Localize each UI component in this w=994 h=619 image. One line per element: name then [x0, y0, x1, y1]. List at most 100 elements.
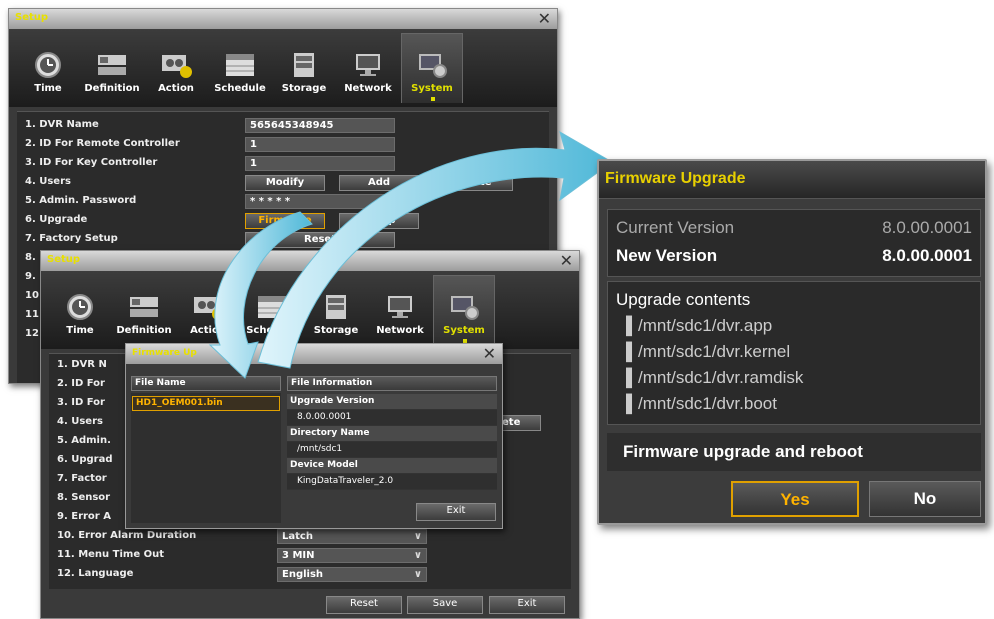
chevron-down-icon: ∨	[413, 569, 422, 580]
info-label: Directory Name	[287, 426, 497, 442]
contents-section: Upgrade contents ▌/mnt/sdc1/dvr.app ▌/mn…	[607, 281, 981, 425]
delete-button[interactable]: ete	[497, 415, 541, 431]
key-id-field[interactable]: 1	[245, 156, 395, 171]
admin-password-field[interactable]: * * * * *	[245, 194, 395, 209]
save-button[interactable]: Save	[407, 596, 483, 614]
file-list-item[interactable]: HD1_OEM001.bin	[132, 396, 280, 411]
dialog-titlebar: Firmware Up ✕	[126, 344, 502, 364]
file-info-header: File Information	[287, 376, 497, 391]
tab-label: System	[411, 83, 453, 94]
current-version-value: 8.0.00.0001	[882, 218, 972, 237]
tab-storage[interactable]: Storage	[273, 33, 335, 103]
window-title: Setup	[47, 254, 81, 265]
setup-titlebar: Setup ✕	[9, 9, 557, 29]
tab-definition[interactable]: Definition	[113, 275, 175, 345]
factory-reset-button[interactable]: Reset	[245, 232, 395, 248]
chevron-down-icon: ∨	[413, 550, 422, 561]
tab-action[interactable]: Action	[145, 33, 207, 103]
setting-row: 2. ID For Remote Controller 1	[17, 135, 549, 154]
new-version-value: 8.0.00.0001	[882, 246, 972, 265]
system-gear-icon	[416, 51, 448, 79]
tab-storage[interactable]: Storage	[305, 275, 367, 345]
calendar-icon	[224, 51, 256, 79]
dialog-title: Firmware Upgrade	[599, 161, 985, 199]
current-version-label: Current Version	[616, 218, 735, 237]
tab-label: Definition	[84, 83, 140, 94]
setting-row: 3. ID For Key Controller 1	[17, 154, 549, 173]
tab-label: Storage	[313, 325, 359, 336]
setting-row: 6. Upgrade Firmware Setup	[17, 211, 549, 230]
language-select[interactable]: English ∨	[277, 567, 427, 582]
setting-row: 4. Users Modify Add Delete	[17, 173, 549, 192]
firmware-file-dialog: Firmware Up ✕ File Name File Information…	[125, 343, 503, 529]
file-name-header: File Name	[131, 376, 281, 391]
tab-time[interactable]: Time	[17, 33, 79, 103]
delete-button[interactable]: Delete	[433, 175, 513, 191]
info-value: /mnt/sdc1	[287, 442, 497, 458]
info-value: KingDataTraveler_2.0	[287, 474, 497, 490]
yes-button[interactable]: Yes	[731, 481, 859, 517]
setting-row: 1. DVR Name 565645348945	[17, 116, 549, 135]
tab-action[interactable]: Action	[177, 275, 239, 345]
tab-label: Time	[34, 83, 62, 94]
remote-id-field[interactable]: 1	[245, 137, 395, 152]
tab-system[interactable]: System	[401, 33, 463, 103]
contents-label: Upgrade contents	[616, 290, 751, 309]
alarm-duration-select[interactable]: Latch ∨	[277, 529, 427, 544]
info-label: Device Model	[287, 458, 497, 474]
firmware-button[interactable]: Firmware	[245, 213, 325, 229]
exit-button[interactable]: Exit	[416, 503, 496, 521]
dvr-icon	[96, 51, 128, 79]
close-icon[interactable]: ✕	[560, 251, 573, 270]
add-button[interactable]: Add	[339, 175, 419, 191]
setting-row: 5. Admin. Password * * * * *	[17, 192, 549, 211]
reset-button[interactable]: Reset	[326, 596, 402, 614]
info-label: Upgrade Version	[287, 394, 497, 410]
tab-schedule[interactable]: Schedule	[209, 33, 271, 103]
close-icon[interactable]: ✕	[483, 344, 496, 363]
tab-label: Network	[376, 325, 424, 336]
camera-alert-icon	[192, 293, 224, 321]
calendar-icon	[256, 293, 288, 321]
tab-network[interactable]: Network	[337, 33, 399, 103]
tab-system[interactable]: System	[433, 275, 495, 345]
upgrade-prompt: Firmware upgrade and reboot	[623, 442, 863, 461]
dvr-name-field[interactable]: 565645348945	[245, 118, 395, 133]
prompt-section: Firmware upgrade and reboot	[607, 433, 981, 471]
menu-timeout-select[interactable]: 3 MIN ∨	[277, 548, 427, 563]
dvr-icon	[128, 293, 160, 321]
close-icon[interactable]: ✕	[538, 9, 551, 28]
tab-schedule[interactable]: Schedule	[241, 275, 303, 345]
setup-titlebar: Setup ✕	[41, 251, 579, 271]
firmware-upgrade-dialog: Firmware Upgrade Current Version 8.0.00.…	[597, 159, 987, 525]
tab-label: System	[443, 325, 485, 336]
tab-label: Action	[190, 325, 226, 336]
version-section: Current Version 8.0.00.0001 New Version …	[607, 209, 981, 277]
setup-tabbar: Time Definition Action Schedule Storage …	[9, 29, 557, 107]
tab-label: Schedule	[246, 325, 298, 336]
setting-row: 7. Factory Setup Reset	[17, 230, 549, 249]
tab-definition[interactable]: Definition	[81, 33, 143, 103]
dialog-title: Firmware Up	[132, 348, 197, 358]
window-title: Setup	[15, 12, 49, 23]
tab-label: Storage	[281, 83, 327, 94]
camera-alert-icon	[160, 51, 192, 79]
tab-label: Network	[344, 83, 392, 94]
tab-network[interactable]: Network	[369, 275, 431, 345]
content-item: ▌/mnt/sdc1/dvr.kernel	[626, 342, 791, 361]
monitor-icon	[352, 51, 384, 79]
storage-icon	[320, 293, 352, 321]
storage-icon	[288, 51, 320, 79]
new-version-label: New Version	[616, 246, 718, 265]
system-gear-icon	[448, 293, 480, 321]
file-list	[131, 393, 281, 523]
no-button[interactable]: No	[869, 481, 981, 517]
modify-button[interactable]: Modify	[245, 175, 325, 191]
setup-upgrade-button[interactable]: Setup	[339, 213, 419, 229]
exit-button[interactable]: Exit	[489, 596, 565, 614]
tab-label: Schedule	[214, 83, 266, 94]
content-item: ▌/mnt/sdc1/dvr.boot	[626, 394, 777, 413]
setup-tabbar: Time Definition Action Schedule Storage …	[41, 271, 579, 349]
tab-time[interactable]: Time	[49, 275, 111, 345]
clock-icon	[32, 51, 64, 79]
